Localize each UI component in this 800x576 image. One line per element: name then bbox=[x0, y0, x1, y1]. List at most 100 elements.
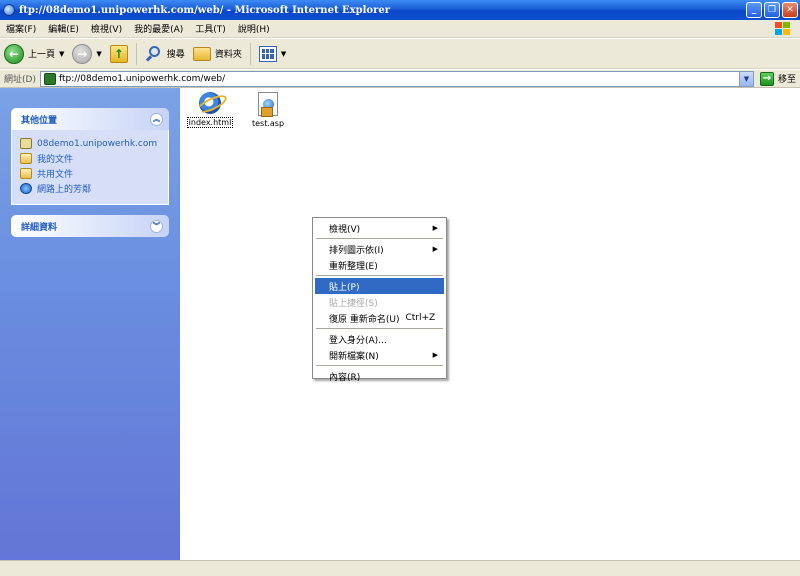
place-link-label: 我的文件 bbox=[37, 155, 74, 165]
go-arrow-icon: → bbox=[759, 71, 774, 86]
title-bar: ftp://08demo1.unipowerhk.com/web/ - Micr… bbox=[0, 0, 800, 20]
other-places-title: 其他位置 bbox=[21, 115, 58, 126]
close-button[interactable]: ✕ bbox=[782, 2, 798, 18]
toolbar-separator bbox=[135, 42, 137, 65]
toolbar-separator bbox=[249, 42, 251, 65]
menu-item-paste-shortcut: 貼上捷徑(S) bbox=[315, 294, 444, 310]
address-dropdown-icon[interactable]: ▼ bbox=[738, 71, 753, 86]
window-controls: _ ❐ ✕ bbox=[746, 2, 798, 18]
back-button[interactable]: ← 上一頁 ▼ bbox=[0, 41, 68, 67]
menu-item-view[interactable]: 檢視(V) ▶ bbox=[315, 220, 444, 236]
submenu-arrow-icon: ▶ bbox=[432, 224, 438, 232]
file-item[interactable]: test.asp bbox=[243, 92, 293, 128]
menu-item-undo-rename[interactable]: 復原 重新命名(U) Ctrl+Z bbox=[315, 310, 444, 326]
place-link-network-places[interactable]: 網路上的芳鄰 bbox=[20, 181, 162, 196]
context-menu: 檢視(V) ▶ 排列圖示依(I) ▶ 重新整理(E) 貼上(P) 貼上捷徑(S)… bbox=[312, 217, 447, 383]
forward-button[interactable]: → ▼ bbox=[68, 41, 105, 67]
menu-separator bbox=[316, 365, 443, 366]
menu-edit[interactable]: 編輯(E) bbox=[42, 22, 85, 35]
menu-file[interactable]: 檔案(F) bbox=[0, 22, 42, 35]
address-bar: 網址(D) ftp://08demo1.unipowerhk.com/web/ … bbox=[0, 70, 800, 88]
folders-icon bbox=[192, 46, 211, 61]
menu-item-label: 貼上(P) bbox=[329, 282, 360, 293]
ie-icon[interactable] bbox=[3, 4, 15, 16]
file-name: index.html bbox=[186, 117, 234, 128]
folder-up-icon: ↑ bbox=[109, 44, 128, 63]
my-documents-icon bbox=[20, 153, 32, 164]
menu-item-paste[interactable]: 貼上(P) bbox=[315, 278, 444, 294]
menu-item-label: 貼上捷徑(S) bbox=[329, 298, 378, 309]
details-header[interactable]: 詳細資料 ︾ bbox=[11, 215, 169, 237]
menu-tools[interactable]: 工具(T) bbox=[189, 22, 232, 35]
place-link-label: 08demo1.unipowerhk.com bbox=[37, 138, 158, 149]
network-places-icon bbox=[20, 183, 32, 194]
place-link-shared-documents[interactable]: 共用文件 bbox=[20, 166, 162, 181]
back-label: 上一頁 bbox=[28, 50, 56, 60]
place-link-ftp-site[interactable]: 08demo1.unipowerhk.com bbox=[20, 136, 162, 151]
other-places-panel: 其他位置 ︽ 08demo1.unipowerhk.com 我的文件 共用文件 … bbox=[11, 108, 169, 205]
menu-item-arrange-icons[interactable]: 排列圖示依(I) ▶ bbox=[315, 241, 444, 257]
search-icon bbox=[145, 45, 163, 63]
search-label: 搜尋 bbox=[166, 50, 185, 60]
menu-separator bbox=[316, 328, 443, 329]
maximize-button[interactable]: ❐ bbox=[764, 2, 780, 18]
ftp-folder-icon bbox=[43, 72, 56, 85]
menu-favorites[interactable]: 我的最愛(A) bbox=[128, 22, 189, 35]
search-button[interactable]: 搜尋 bbox=[141, 41, 189, 67]
views-icon bbox=[258, 45, 277, 62]
window-title: ftp://08demo1.unipowerhk.com/web/ - Micr… bbox=[19, 4, 390, 16]
address-label: 網址(D) bbox=[4, 75, 36, 85]
details-title: 詳細資料 bbox=[21, 222, 58, 233]
address-input[interactable]: ftp://08demo1.unipowerhk.com/web/ ▼ bbox=[39, 70, 754, 87]
folders-button[interactable]: 資料夾 bbox=[189, 41, 246, 67]
menu-item-label: 檢視(V) bbox=[329, 224, 361, 235]
windows-logo-icon bbox=[774, 21, 792, 37]
views-button[interactable]: ▼ bbox=[255, 41, 290, 67]
menu-item-refresh[interactable]: 重新整理(E) bbox=[315, 257, 444, 273]
place-link-label: 網路上的芳鄰 bbox=[37, 185, 92, 195]
minimize-button[interactable]: _ bbox=[746, 2, 762, 18]
menu-separator bbox=[316, 238, 443, 239]
submenu-arrow-icon: ▶ bbox=[432, 245, 438, 253]
place-link-label: 共用文件 bbox=[37, 170, 74, 180]
task-pane: 其他位置 ︽ 08demo1.unipowerhk.com 我的文件 共用文件 … bbox=[0, 88, 180, 560]
menu-item-new[interactable]: 開新檔案(N) ▶ bbox=[315, 347, 444, 363]
back-arrow-icon: ← bbox=[4, 43, 24, 64]
go-label: 移至 bbox=[777, 75, 796, 85]
menu-item-login-as[interactable]: 登入身分(A)... bbox=[315, 331, 444, 347]
other-places-header[interactable]: 其他位置 ︽ bbox=[11, 108, 169, 130]
shared-folder-icon bbox=[20, 168, 32, 179]
menu-bar: 檔案(F) 編輯(E) 檢視(V) 我的最愛(A) 工具(T) 說明(H) bbox=[0, 20, 800, 38]
menu-item-label: 內容(R) bbox=[329, 372, 361, 383]
up-button[interactable]: ↑ bbox=[106, 41, 132, 67]
menu-item-label: 開新檔案(N) bbox=[329, 351, 379, 362]
expand-chevron-icon[interactable]: ︾ bbox=[150, 219, 163, 233]
go-button[interactable]: → 移至 bbox=[754, 71, 800, 86]
forward-dropdown-icon[interactable]: ▼ bbox=[96, 50, 101, 58]
file-item[interactable]: index.html bbox=[185, 92, 235, 128]
ie-html-file-icon bbox=[199, 92, 221, 114]
place-link-my-documents[interactable]: 我的文件 bbox=[20, 151, 162, 166]
views-dropdown-icon[interactable]: ▼ bbox=[281, 50, 286, 58]
asp-file-icon bbox=[258, 92, 278, 117]
menu-help[interactable]: 說明(H) bbox=[232, 22, 276, 35]
menu-item-label: 重新整理(E) bbox=[329, 261, 378, 272]
submenu-arrow-icon: ▶ bbox=[432, 351, 438, 359]
file-name: test.asp bbox=[251, 119, 285, 128]
details-panel: 詳細資料 ︾ bbox=[11, 215, 169, 237]
menu-item-label: 復原 重新命名(U) bbox=[329, 314, 400, 325]
folders-label: 資料夾 bbox=[214, 50, 242, 60]
menu-item-properties[interactable]: 內容(R) bbox=[315, 368, 444, 384]
menu-view[interactable]: 檢視(V) bbox=[85, 22, 128, 35]
menu-item-label: 排列圖示依(I) bbox=[329, 245, 384, 256]
address-value: ftp://08demo1.unipowerhk.com/web/ bbox=[58, 73, 226, 84]
status-bar bbox=[0, 560, 800, 576]
ftp-site-icon bbox=[20, 138, 32, 149]
other-places-body: 08demo1.unipowerhk.com 我的文件 共用文件 網路上的芳鄰 bbox=[11, 130, 169, 205]
menu-item-label: 登入身分(A)... bbox=[329, 335, 387, 346]
collapse-chevron-icon[interactable]: ︽ bbox=[150, 112, 163, 126]
menu-item-shortcut: Ctrl+Z bbox=[405, 313, 436, 323]
back-dropdown-icon[interactable]: ▼ bbox=[59, 50, 64, 58]
forward-arrow-icon: → bbox=[72, 43, 93, 64]
toolbar: ← 上一頁 ▼ → ▼ ↑ 搜尋 資料夾 ▼ bbox=[0, 39, 800, 69]
